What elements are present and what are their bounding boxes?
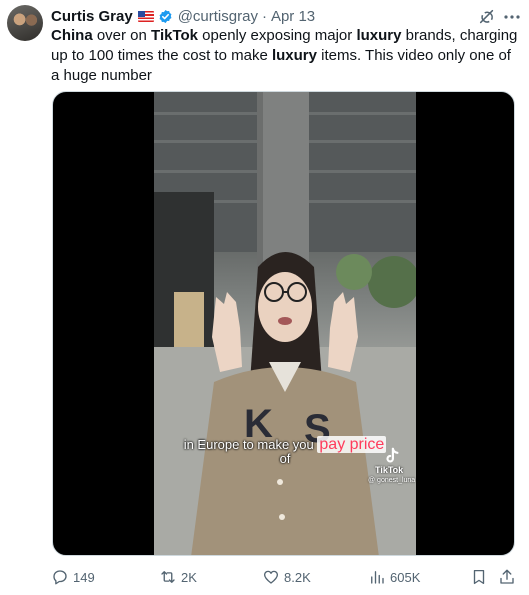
- verified-badge-icon[interactable]: [158, 9, 173, 24]
- us-flag-icon: [137, 10, 154, 22]
- tweet-text-bold: TikTok: [151, 27, 199, 44]
- like-count: 8.2K: [284, 569, 311, 585]
- repost-button[interactable]: 2K: [159, 566, 197, 588]
- tiktok-watermark: TikTok: [375, 465, 404, 475]
- separator-dot: ·: [261, 7, 267, 25]
- caption-text-2: of: [279, 451, 291, 466]
- tweet-card[interactable]: Curtis Gray @curtisgray · Apr 13 China o…: [0, 0, 529, 595]
- post-date[interactable]: Apr 13: [271, 8, 315, 25]
- reply-icon: [53, 570, 67, 585]
- repost-count: 2K: [181, 569, 197, 585]
- tweet-text-span: over on: [92, 27, 152, 44]
- tweet-text: China over on TikTok openly exposing maj…: [51, 26, 521, 86]
- video-player[interactable]: K S in Europe to make you pay price of T…: [52, 91, 515, 556]
- tiktok-username: @ gonest_luna: [368, 477, 416, 484]
- caption-text-1: in Europe to make you: [183, 437, 318, 452]
- more-options-icon[interactable]: [502, 9, 522, 25]
- author-handle[interactable]: @curtisgray: [178, 8, 258, 25]
- tweet-text-bold: China: [51, 27, 93, 44]
- share-button[interactable]: [498, 566, 520, 588]
- tweet-header: Curtis Gray @curtisgray · Apr 13: [51, 6, 315, 26]
- views-count: 605K: [390, 569, 421, 585]
- repost-icon: [161, 571, 175, 583]
- reply-button[interactable]: 149: [51, 566, 95, 588]
- video-frame[interactable]: K S in Europe to make you pay price of T…: [154, 92, 416, 555]
- video-caption: in Europe to make you pay price of: [180, 436, 390, 466]
- action-bar: 149 2K 8.2K 605K: [0, 566, 529, 588]
- views-chart-icon: [371, 571, 384, 584]
- tweet-text-bold: luxury: [271, 47, 317, 64]
- share-icon: [500, 569, 514, 584]
- bookmark-button[interactable]: [470, 566, 492, 588]
- tweet-text-bold: luxury: [356, 27, 402, 44]
- heart-icon: [263, 570, 279, 584]
- caption-highlight: pay price: [317, 436, 387, 453]
- bookmark-icon: [473, 569, 485, 585]
- grok-icon[interactable]: [478, 8, 496, 26]
- tweet-text-span: openly exposing major: [198, 27, 357, 44]
- like-button[interactable]: 8.2K: [262, 566, 311, 588]
- tiktok-logo-icon: [383, 447, 401, 465]
- video-scene-image: K S: [154, 92, 416, 555]
- views-button[interactable]: 605K: [368, 566, 420, 588]
- reply-count: 149: [73, 569, 95, 585]
- avatar[interactable]: [7, 5, 43, 41]
- author-name[interactable]: Curtis Gray: [51, 8, 133, 25]
